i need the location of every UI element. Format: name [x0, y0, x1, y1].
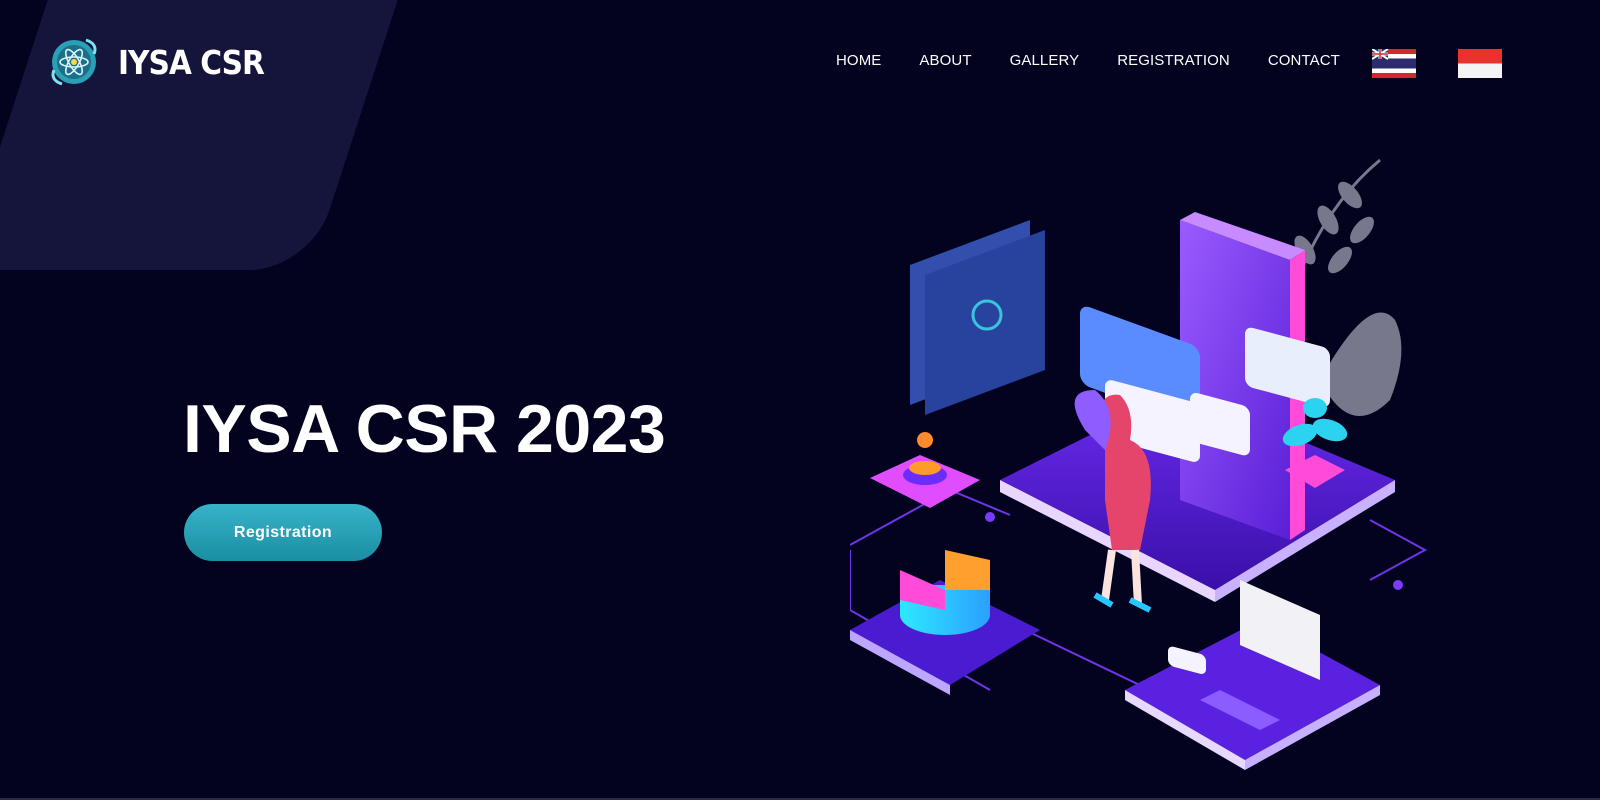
brand-name: IYSA CSR	[118, 42, 265, 82]
nav-contact[interactable]: CONTACT	[1268, 52, 1340, 69]
indonesian-flag-icon[interactable]	[1458, 49, 1502, 78]
thai-flag-icon[interactable]	[1372, 49, 1416, 78]
nav-registration[interactable]: REGISTRATION	[1117, 52, 1230, 69]
isometric-mobile-app-illustration	[850, 158, 1428, 770]
main-nav: HOME ABOUT GALLERY REGISTRATION CONTACT	[836, 52, 1378, 69]
hero-title: IYSA CSR 2023	[183, 391, 666, 467]
nav-gallery[interactable]: GALLERY	[1010, 52, 1080, 69]
site-logo[interactable]: IYSA CSR	[48, 36, 265, 88]
atom-globe-icon	[51, 38, 97, 86]
registration-button[interactable]: Registration	[184, 504, 382, 561]
nav-home[interactable]: HOME	[836, 52, 881, 69]
nav-about[interactable]: ABOUT	[919, 52, 971, 69]
